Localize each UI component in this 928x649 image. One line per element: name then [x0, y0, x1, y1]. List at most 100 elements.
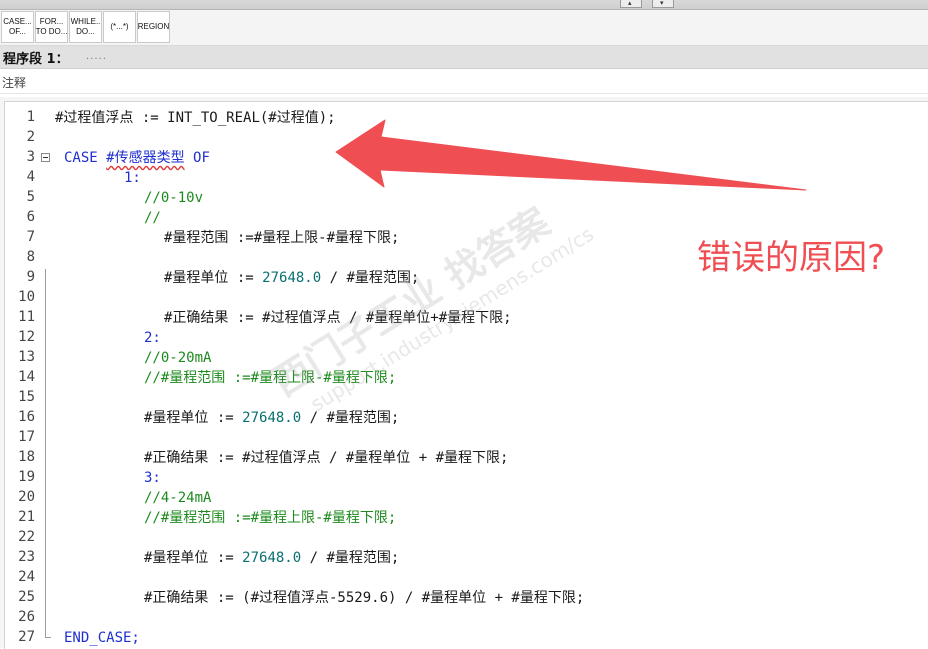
comment-token: //	[144, 210, 161, 226]
fold-guide-end	[45, 637, 51, 638]
code-text[interactable]: 3:	[144, 469, 161, 487]
line-number: 2	[26, 129, 35, 145]
line-number: 19	[18, 469, 35, 485]
top-window-strip: ▴ ▾	[0, 0, 928, 10]
line-number: 7	[26, 229, 35, 245]
code-line[interactable]: 3 CASE #传感器类型 OF	[5, 147, 925, 167]
comment-label: 注释	[2, 76, 27, 90]
button-label: DO...	[76, 27, 95, 36]
scroll-up-button[interactable]: ▴	[620, 0, 642, 8]
function-call-token: INT_TO_REAL(#过程值);	[167, 110, 336, 126]
line-number: 17	[18, 429, 35, 445]
code-line[interactable]: 20 //4-24mA	[5, 487, 925, 507]
code-area[interactable]: 1 #过程值浮点 := INT_TO_REAL(#过程值); 2 3 CASE #传感器…	[4, 101, 928, 649]
scl-code-editor[interactable]: 1 #过程值浮点 := INT_TO_REAL(#过程值); 2 3 CASE #传感器…	[0, 97, 928, 649]
code-text[interactable]: CASE #传感器类型 OF	[64, 149, 210, 167]
statement-token: / #量程范围;	[321, 270, 420, 286]
while-do-button[interactable]: WHILE.. DO...	[69, 11, 102, 43]
line-number: 3	[26, 149, 35, 165]
code-text[interactable]: #过程值浮点 := INT_TO_REAL(#过程值);	[55, 109, 336, 127]
region-button[interactable]: REGION	[137, 11, 170, 43]
code-line[interactable]: 22	[5, 527, 925, 547]
network-header[interactable]: 程序段 1： .....	[0, 46, 928, 69]
line-number: 18	[18, 449, 35, 465]
line-number: 20	[18, 489, 35, 505]
number-token: 27648.0	[242, 410, 302, 426]
line-number: 27	[18, 629, 35, 645]
instruction-toolbar: CASE... OF... FOR... TO DO... WHILE.. DO…	[0, 10, 928, 46]
annotation-text: 错误的原因?	[697, 238, 886, 278]
code-line[interactable]: 6 //	[5, 207, 925, 227]
code-line[interactable]: 5 //0-10v	[5, 187, 925, 207]
code-text[interactable]: #量程单位 := 27648.0 / #量程范围;	[144, 409, 399, 427]
network-title: 程序段 1：	[3, 52, 69, 67]
comment-token: //#量程范围 :=#量程上限-#量程下限;	[144, 370, 397, 386]
button-label: FOR...	[39, 17, 64, 26]
line-number: 13	[18, 349, 35, 365]
code-text[interactable]: 2:	[144, 329, 161, 347]
code-line[interactable]: 2	[5, 127, 925, 147]
code-text[interactable]: #量程单位 := 27648.0 / #量程范围;	[164, 269, 419, 287]
button-label: TO DO...	[35, 27, 68, 36]
comment-token: //0-10v	[144, 190, 204, 206]
button-label: OF...	[9, 27, 26, 36]
code-line[interactable]: 23 #量程单位 := 27648.0 / #量程范围;	[5, 547, 925, 567]
statement-token: #量程单位 :=	[144, 550, 243, 566]
code-text[interactable]: #量程范围 :=#量程上限-#量程下限;	[164, 229, 399, 247]
scroll-down-button[interactable]: ▾	[652, 0, 674, 8]
network-comment-row[interactable]: 注释	[0, 70, 928, 94]
code-line[interactable]: 4 1:	[5, 167, 925, 187]
code-text[interactable]: //0-10v	[144, 189, 203, 207]
code-line[interactable]: 19 3:	[5, 467, 925, 487]
code-line[interactable]: 10	[5, 287, 925, 307]
line-number: 5	[26, 189, 35, 205]
code-line[interactable]: 16 #量程单位 := 27648.0 / #量程范围;	[5, 407, 925, 427]
code-text[interactable]: //#量程范围 :=#量程上限-#量程下限;	[144, 369, 396, 387]
code-text[interactable]: END_CASE;	[64, 629, 140, 647]
line-number: 14	[18, 369, 35, 385]
code-text[interactable]: //4-24mA	[144, 489, 211, 507]
code-text[interactable]: #正确结果 := #过程值浮点 / #量程单位 + #量程下限;	[144, 449, 508, 467]
keyword-token: END_CASE;	[64, 630, 140, 646]
code-line[interactable]: 13 //0-20mA	[5, 347, 925, 367]
code-line[interactable]: 11 #正确结果 := #过程值浮点 / #量程单位+#量程下限;	[5, 307, 925, 327]
code-text[interactable]: #量程单位 := 27648.0 / #量程范围;	[144, 549, 399, 567]
code-line[interactable]: 17	[5, 427, 925, 447]
code-line[interactable]: 27 END_CASE;	[5, 627, 925, 647]
code-line[interactable]: 21 //#量程范围 :=#量程上限-#量程下限;	[5, 507, 925, 527]
line-number: 4	[26, 169, 35, 185]
network-title-input[interactable]: .....	[86, 51, 107, 62]
statement-token: #正确结果 := (#过程值浮点-5529.6) / #量程单位 + #量程下限…	[144, 590, 585, 606]
button-label: CASE...	[3, 17, 32, 26]
code-line[interactable]: 24	[5, 567, 925, 587]
code-text[interactable]: //	[144, 209, 161, 227]
collapse-minus-icon[interactable]	[41, 153, 50, 162]
line-number: 8	[26, 249, 35, 265]
statement-token: #量程单位 :=	[144, 410, 243, 426]
code-line[interactable]: 18 #正确结果 := #过程值浮点 / #量程单位 + #量程下限;	[5, 447, 925, 467]
case-label-token: 1:	[124, 170, 141, 186]
fold-guide-line	[45, 269, 46, 638]
code-line[interactable]: 15	[5, 387, 925, 407]
number-token: 27648.0	[242, 550, 302, 566]
code-text[interactable]: #正确结果 := (#过程值浮点-5529.6) / #量程单位 + #量程下限…	[144, 589, 584, 607]
for-to-do-button[interactable]: FOR... TO DO...	[35, 11, 68, 43]
line-number: 16	[18, 409, 35, 425]
line-number: 23	[18, 549, 35, 565]
code-text[interactable]: //#量程范围 :=#量程上限-#量程下限;	[144, 509, 396, 527]
code-line[interactable]: 26	[5, 607, 925, 627]
code-line[interactable]: 1 #过程值浮点 := INT_TO_REAL(#过程值);	[5, 107, 925, 127]
code-text[interactable]: #正确结果 := #过程值浮点 / #量程单位+#量程下限;	[164, 309, 512, 327]
case-label-token: 2:	[144, 330, 161, 346]
code-text[interactable]: //0-20mA	[144, 349, 211, 367]
line-number: 21	[18, 509, 35, 525]
statement-token: #正确结果 := #过程值浮点 / #量程单位+#量程下限;	[164, 310, 512, 326]
comment-block-button[interactable]: (*...*)	[103, 11, 136, 43]
code-text[interactable]: 1:	[124, 169, 141, 187]
line-number: 24	[18, 569, 35, 585]
code-line[interactable]: 25 #正确结果 := (#过程值浮点-5529.6) / #量程单位 + #量程…	[5, 587, 925, 607]
line-number: 6	[26, 209, 35, 225]
code-line[interactable]: 14 //#量程范围 :=#量程上限-#量程下限;	[5, 367, 925, 387]
case-of-button[interactable]: CASE... OF...	[1, 11, 34, 43]
code-line[interactable]: 12 2:	[5, 327, 925, 347]
